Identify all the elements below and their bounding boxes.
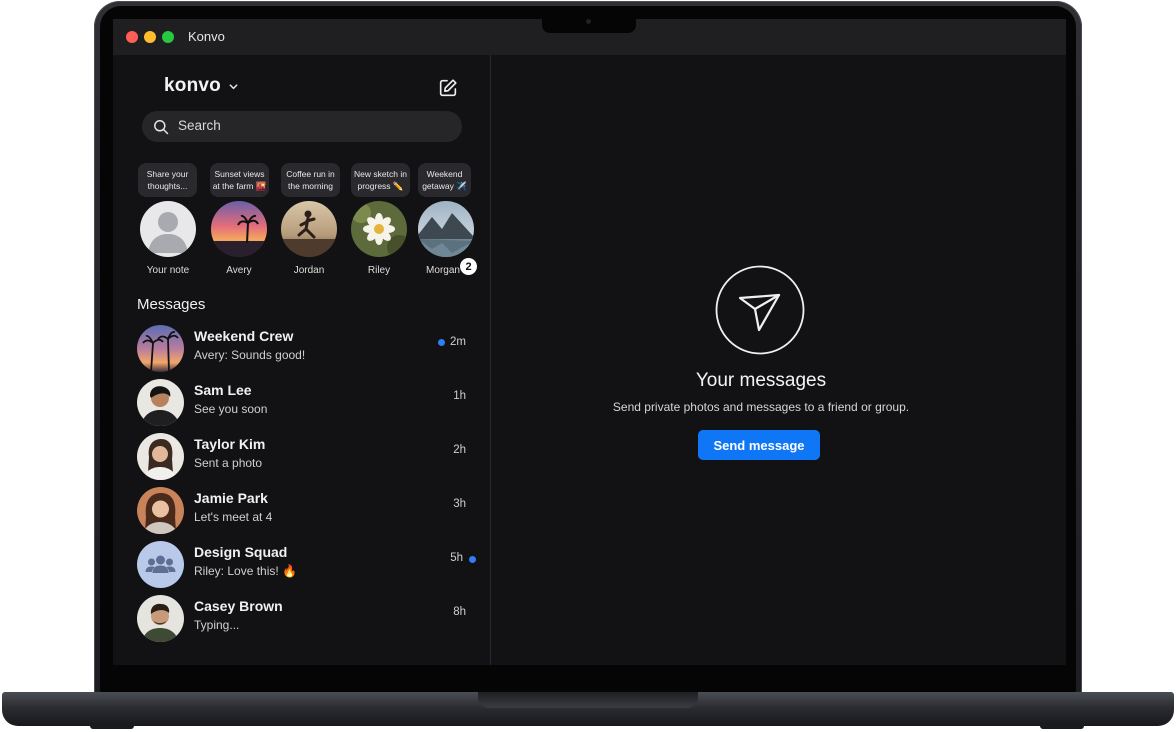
chevron-down-icon	[229, 83, 238, 89]
note-bubble[interactable]: Weekend getaway ✈️	[418, 163, 471, 197]
conversation-time: 2h	[453, 444, 466, 456]
close-window-button[interactable]	[126, 31, 138, 43]
story-name: Jordan	[293, 265, 325, 276]
account-switcher[interactable]: konvo	[164, 75, 239, 97]
conversation-name: Casey Brown	[194, 598, 283, 614]
default-avatar-icon	[148, 212, 188, 253]
group-icon	[145, 555, 176, 573]
person-photo	[137, 487, 184, 534]
conversation-time: 3h	[453, 498, 466, 510]
jumping-person-photo	[281, 201, 337, 257]
person-photo	[137, 433, 184, 480]
mountain-lake-photo	[418, 201, 474, 257]
conversation-name: Jamie Park	[194, 490, 268, 506]
person-photo	[137, 379, 184, 426]
avatar	[137, 595, 184, 642]
app-window: Konvo konvo Search Share your thoughts..…	[113, 19, 1066, 665]
sunset-photo	[211, 201, 267, 257]
avatar	[137, 487, 184, 534]
note-bubble[interactable]: Share your thoughts...	[138, 163, 197, 197]
zoom-window-button[interactable]	[162, 31, 174, 43]
laptop-foot	[90, 724, 134, 729]
messages-heading: Messages	[137, 296, 206, 313]
conversation-row[interactable]: Design Squad Riley: Love this! 🔥 5h	[113, 539, 490, 593]
avatar	[137, 325, 184, 372]
conversation-time: 8h	[453, 606, 466, 618]
story-avatar-morgan[interactable]	[418, 201, 474, 257]
story-name: Your note	[146, 265, 190, 276]
unread-indicator	[438, 339, 445, 346]
search-input[interactable]: Search	[142, 111, 462, 142]
conversation-time: 5h	[450, 552, 463, 564]
account-name: konvo	[164, 75, 221, 96]
conversation-row[interactable]: Weekend Crew Avery: Sounds good! 2m	[113, 323, 490, 377]
empty-state-title: Your messages	[695, 370, 827, 391]
conversation-row[interactable]: Taylor Kim Sent a photo 2h	[113, 431, 490, 485]
search-placeholder: Search	[178, 118, 221, 133]
conversation-preview: Avery: Sounds good!	[194, 348, 306, 362]
send-message-button[interactable]: Send message	[698, 430, 820, 460]
conversation-row[interactable]: Jamie Park Let's meet at 4 3h	[113, 485, 490, 539]
camera-notch	[542, 17, 636, 33]
laptop-foot	[1040, 724, 1084, 729]
conversation-panel: Your messages Send private photos and me…	[491, 55, 1066, 665]
camera-icon	[586, 19, 591, 24]
avatar	[137, 433, 184, 480]
conversation-preview: See you soon	[194, 402, 268, 416]
conversation-time: 2m	[450, 336, 466, 348]
conversation-preview: Riley: Love this! 🔥	[194, 564, 297, 578]
conversation-row[interactable]: Casey Brown Typing... 8h	[113, 593, 490, 647]
window-title: Konvo	[188, 29, 225, 44]
conversation-name: Taylor Kim	[194, 436, 266, 452]
conversation-name: Design Squad	[194, 544, 288, 560]
palm-trees-photo	[137, 325, 184, 372]
sidebar: konvo Search Share your thoughts... Suns…	[113, 55, 491, 665]
story-avatar-riley[interactable]	[351, 201, 407, 257]
avatar	[137, 541, 184, 588]
conversation-name: Sam Lee	[194, 382, 252, 398]
story-avatar-avery[interactable]	[211, 201, 267, 257]
conversation-time: 1h	[453, 390, 466, 402]
compose-icon[interactable]	[437, 77, 459, 99]
conversation-name: Weekend Crew	[194, 328, 294, 344]
conversation-row[interactable]: Sam Lee See you soon 1h	[113, 377, 490, 431]
conversation-preview: Let's meet at 4	[194, 510, 273, 524]
conversation-preview: Typing...	[194, 618, 240, 632]
story-avatar-jordan[interactable]	[281, 201, 337, 257]
conversation-preview: Sent a photo	[194, 456, 263, 470]
story-avatar-your-note[interactable]	[140, 201, 196, 257]
note-bubble[interactable]: New sketch in progress ✏️	[351, 163, 410, 197]
story-name: Morgan	[426, 265, 460, 276]
search-icon	[154, 120, 169, 135]
empty-state-subtitle: Send private photos and messages to a fr…	[612, 400, 910, 414]
laptop-base-notch	[478, 692, 698, 708]
laptop-mockup: Konvo konvo Search Share your thoughts..…	[0, 0, 1176, 732]
note-bubble[interactable]: Sunset views at the farm 🌇	[210, 163, 269, 197]
flower-photo	[351, 201, 407, 257]
avatar	[137, 379, 184, 426]
person-photo	[137, 595, 184, 642]
send-icon	[715, 265, 805, 355]
story-name: Avery	[226, 265, 252, 276]
note-bubble[interactable]: Coffee run in the morning	[281, 163, 340, 197]
minimize-window-button[interactable]	[144, 31, 156, 43]
unread-indicator	[469, 556, 476, 563]
